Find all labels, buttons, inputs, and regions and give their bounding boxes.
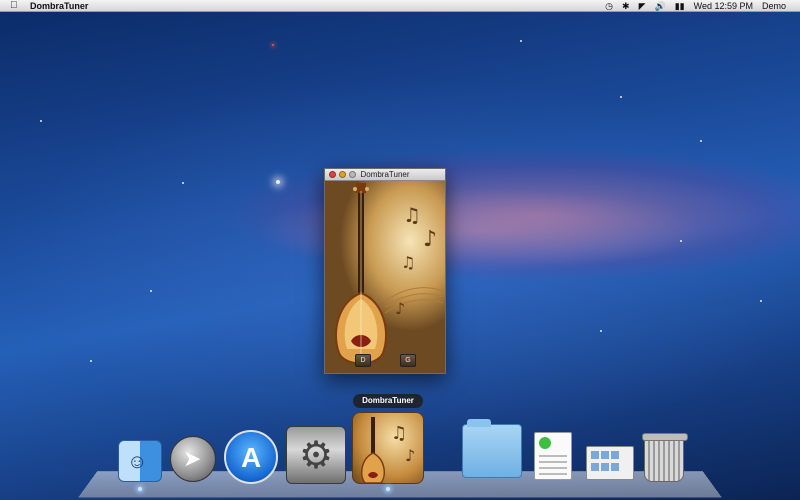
grid-cell [591, 463, 599, 471]
volume-icon[interactable]: 🔊 [654, 0, 665, 12]
app-store-icon[interactable]: A [224, 430, 278, 484]
apple-icon[interactable]:  [10, 0, 18, 12]
star [40, 120, 42, 122]
trash-icon[interactable] [642, 433, 688, 482]
folder-icon[interactable] [462, 419, 522, 478]
window-titlebar[interactable]: DombraTuner [325, 169, 445, 181]
status-area: ◷ ✱ ◤ 🔊 ▮▮ Wed 12:59 PM Demo [605, 0, 786, 12]
close-button[interactable] [329, 171, 336, 178]
running-indicator [386, 487, 390, 491]
launchpad-icon[interactable]: ➤ [170, 436, 216, 482]
dombra-illustration [335, 183, 444, 365]
app-menu-name[interactable]: DombraTuner [30, 0, 88, 12]
zoom-button[interactable] [349, 171, 356, 178]
text-line [539, 467, 567, 469]
tuner-content: ♫ ♪ ♫ ♪ D G [325, 181, 445, 373]
time-machine-icon[interactable]: ◷ [605, 0, 613, 12]
svg-text:♫: ♫ [391, 423, 407, 444]
star [90, 360, 92, 362]
dombratuner-icon[interactable]: ♫ ♪ [352, 412, 424, 484]
user-menu[interactable]: Demo [762, 0, 786, 12]
grid-cell [611, 463, 619, 471]
grid-cell [601, 463, 609, 471]
grid-cell [611, 451, 619, 459]
star [150, 290, 152, 292]
bluetooth-icon[interactable]: ✱ [622, 0, 630, 12]
grid-cell [601, 451, 609, 459]
star [680, 240, 682, 242]
text-line [539, 455, 567, 457]
wifi-icon[interactable]: ◤ [639, 0, 646, 12]
dombra-glyph: ♫ ♪ [360, 417, 415, 483]
grid-cell [591, 451, 599, 459]
star [272, 44, 274, 46]
dombratuner-window: DombraTuner ♫ ♪ ♫ ♪ D G [324, 168, 446, 374]
system-preferences-icon[interactable]: ⚙ [286, 426, 346, 484]
text-line [539, 461, 567, 463]
tune-g-button[interactable]: G [400, 354, 416, 367]
star [182, 182, 184, 184]
window-controls [329, 171, 356, 178]
tune-d-button[interactable]: D [355, 354, 371, 367]
star [760, 300, 762, 302]
download-badge-icon [539, 437, 551, 449]
text-line [539, 473, 567, 475]
svg-text:♪: ♪ [405, 446, 415, 465]
battery-icon[interactable]: ▮▮ [675, 0, 685, 12]
music-note-icon: ♪ [395, 299, 406, 318]
running-indicator [138, 487, 142, 491]
window-title: DombraTuner [360, 170, 410, 179]
clock[interactable]: Wed 12:59 PM [694, 0, 753, 12]
menu-bar:  DombraTuner ◷ ✱ ◤ 🔊 ▮▮ Wed 12:59 PM De… [0, 0, 800, 12]
music-note-icon: ♫ [401, 253, 416, 272]
document-icon[interactable] [534, 432, 572, 480]
star [276, 180, 280, 184]
music-note-icon: ♫ [403, 203, 421, 227]
music-note-icon: ♪ [423, 227, 438, 252]
star [520, 40, 522, 42]
minimize-button[interactable] [339, 171, 346, 178]
finder-icon[interactable]: ☺ [118, 440, 162, 482]
dock-tooltip: DombraTuner [353, 394, 423, 408]
star [620, 96, 622, 98]
star [600, 330, 602, 332]
desktop-icon[interactable] [586, 446, 634, 480]
star [700, 140, 702, 142]
